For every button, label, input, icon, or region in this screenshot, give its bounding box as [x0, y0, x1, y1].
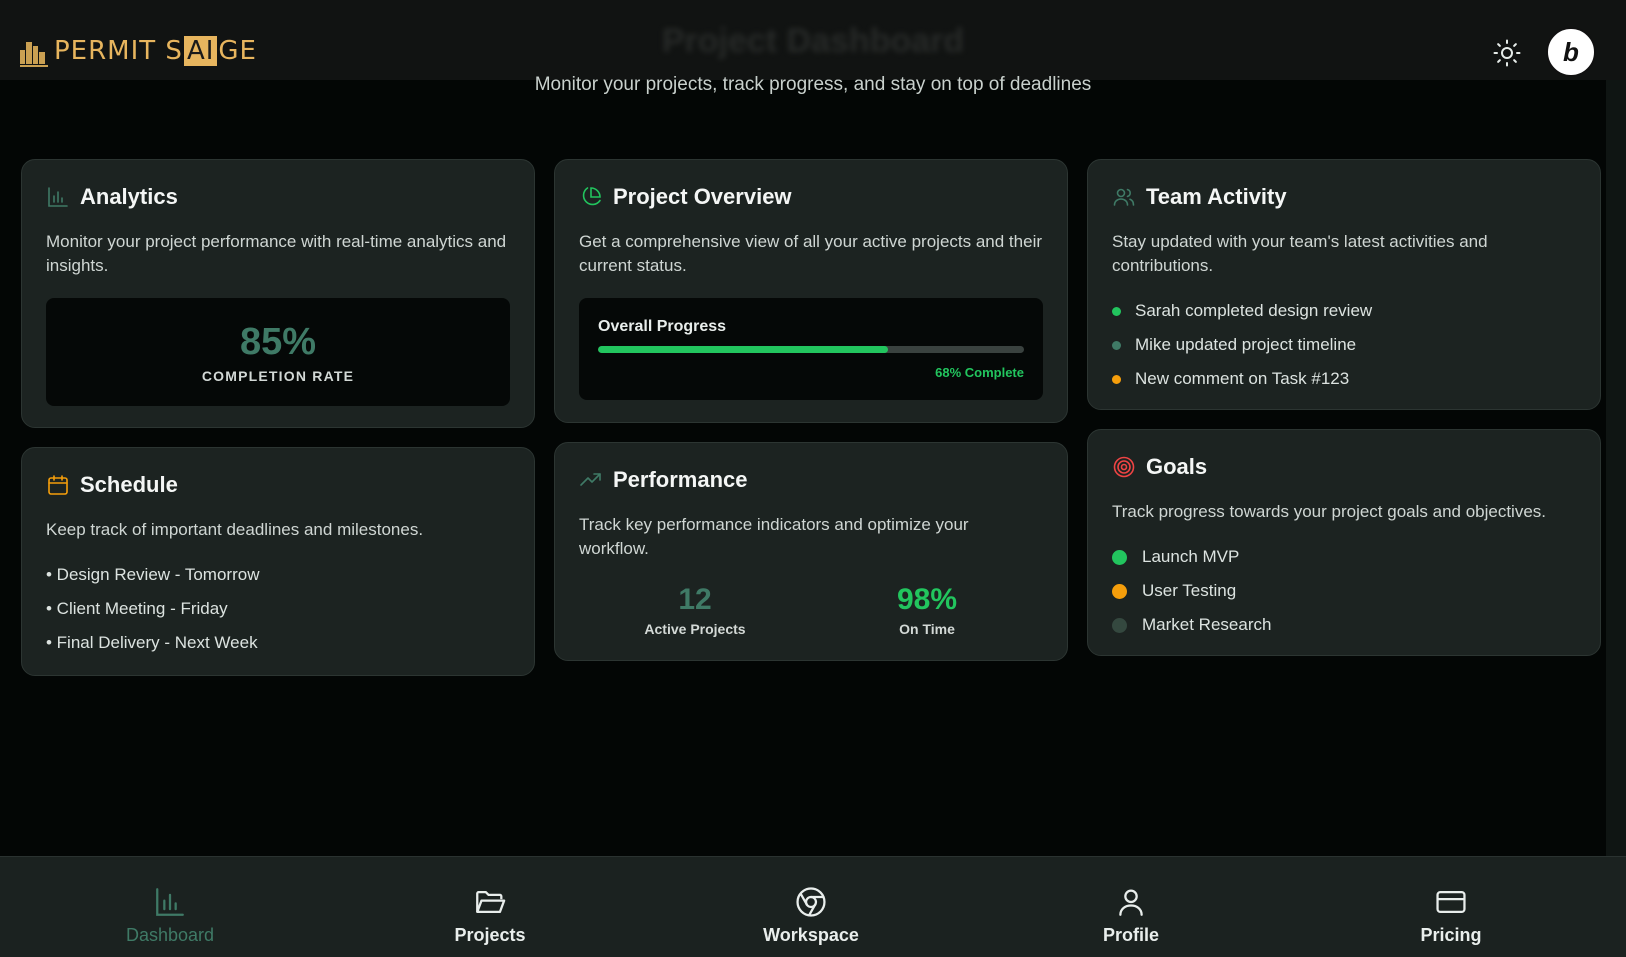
- theme-toggle-button[interactable]: [1492, 38, 1522, 68]
- list-item: Sarah completed design review: [1112, 294, 1576, 328]
- card-title: Team Activity: [1146, 184, 1287, 209]
- status-dot: [1112, 617, 1127, 633]
- nav-label: Pricing: [1420, 925, 1482, 945]
- pie-chart-icon: [582, 187, 601, 206]
- schedule-card: Schedule Keep track of important deadlin…: [21, 447, 535, 676]
- bar-chart-icon: [48, 187, 68, 207]
- completion-rate-value: 85%: [239, 320, 317, 363]
- project-overview-card: Project Overview Get a comprehensive vie…: [554, 159, 1068, 423]
- team-activity-card: Team Activity Stay updated with your tea…: [1087, 159, 1601, 410]
- progress-track: [598, 346, 1024, 353]
- page-scrollbar-track[interactable]: [1606, 0, 1626, 957]
- completion-rate-label: COMPLETION RATE: [201, 367, 355, 384]
- card-title: Performance: [613, 467, 748, 492]
- nav-projects[interactable]: Projects: [410, 885, 570, 946]
- card-description: Keep track of important deadlines and mi…: [46, 520, 424, 539]
- target-icon: [1113, 456, 1135, 478]
- activity-list: Sarah completed design review Mike updat…: [1112, 294, 1576, 396]
- credit-card-icon: [1436, 890, 1466, 914]
- kpi-on-time: 98% On Time: [811, 583, 1043, 637]
- kpi-active-projects: 12 Active Projects: [579, 583, 811, 637]
- brand-name: PERMIT S AI GE: [54, 36, 257, 66]
- card-description: Track progress towards your project goal…: [1112, 502, 1547, 521]
- nav-label: Workspace: [763, 925, 859, 945]
- brand-logo[interactable]: PERMIT S AI GE: [20, 36, 257, 67]
- calendar-icon: [48, 475, 68, 495]
- progress-fill: [598, 346, 888, 353]
- list-item: Launch MVP: [1112, 540, 1576, 574]
- status-dot: [1112, 340, 1121, 350]
- top-bar: Project Dashboard PERMIT S AI GE b: [0, 0, 1626, 80]
- goals-list: Launch MVP User Testing Market Research: [1112, 540, 1576, 642]
- card-description: Get a comprehensive view of all your act…: [579, 232, 1043, 275]
- completion-rate-box: 85% COMPLETION RATE: [46, 298, 510, 406]
- trending-up-icon: [580, 473, 601, 486]
- status-dot: [1112, 583, 1127, 599]
- buildings-icon: [20, 38, 50, 67]
- card-description: Monitor your project performance with re…: [46, 232, 507, 275]
- user-icon: [1119, 889, 1143, 916]
- kpi-value: 98%: [896, 583, 958, 616]
- card-title: Schedule: [80, 472, 178, 497]
- list-item: Market Research: [1112, 608, 1576, 642]
- folder-open-icon: [476, 890, 506, 914]
- performance-card: Performance Track key performance indica…: [554, 442, 1068, 661]
- card-title: Goals: [1146, 454, 1208, 479]
- nav-workspace[interactable]: Workspace: [731, 885, 891, 946]
- status-dot: [1112, 374, 1121, 384]
- nav-pricing[interactable]: Pricing: [1371, 885, 1531, 946]
- nav-profile[interactable]: Profile: [1051, 885, 1211, 946]
- status-dot: [1112, 306, 1121, 316]
- status-dot: [1112, 549, 1127, 565]
- bottom-nav: Dashboard Projects Workspace Profile Pri…: [0, 856, 1626, 957]
- nav-label: Projects: [454, 925, 526, 945]
- analytics-card: Analytics Monitor your project performan…: [21, 159, 535, 428]
- list-item: New comment on Task #123: [1112, 362, 1576, 396]
- kpi-row: 12 Active Projects 98% On Time: [579, 583, 1043, 637]
- deadline-list: • Design Review - Tomorrow • Client Meet…: [46, 558, 510, 660]
- bar-chart-icon: [156, 888, 184, 916]
- chrome-icon: [796, 887, 826, 917]
- overall-progress-box: Overall Progress 68% Complete: [579, 298, 1043, 400]
- list-item: • Final Delivery - Next Week: [46, 633, 258, 652]
- progress-label: Overall Progress: [598, 318, 727, 335]
- users-icon: [1113, 188, 1135, 206]
- kpi-value: 12: [678, 583, 712, 616]
- page-subtitle: Monitor your projects, track progress, a…: [534, 74, 1092, 95]
- card-title: Project Overview: [613, 184, 792, 209]
- progress-percent: 68% Complete: [935, 365, 1024, 380]
- nav-dashboard[interactable]: Dashboard: [90, 885, 250, 946]
- goals-card: Goals Track progress towards your projec…: [1087, 429, 1601, 656]
- nav-label: Dashboard: [125, 925, 215, 945]
- nav-label: Profile: [1102, 925, 1159, 945]
- bolt-badge[interactable]: b: [1546, 27, 1596, 77]
- list-item: • Design Review - Tomorrow: [46, 565, 260, 584]
- kpi-label: Active Projects: [644, 621, 746, 637]
- kpi-label: On Time: [899, 621, 955, 637]
- card-title: Analytics: [80, 184, 178, 209]
- list-item: • Client Meeting - Friday: [46, 599, 228, 618]
- sun-icon: [1493, 39, 1521, 67]
- card-description: Track key performance indicators and opt…: [579, 515, 969, 558]
- list-item: Mike updated project timeline: [1112, 328, 1576, 362]
- list-item: User Testing: [1112, 574, 1576, 608]
- card-description: Stay updated with your team's latest act…: [1112, 232, 1488, 275]
